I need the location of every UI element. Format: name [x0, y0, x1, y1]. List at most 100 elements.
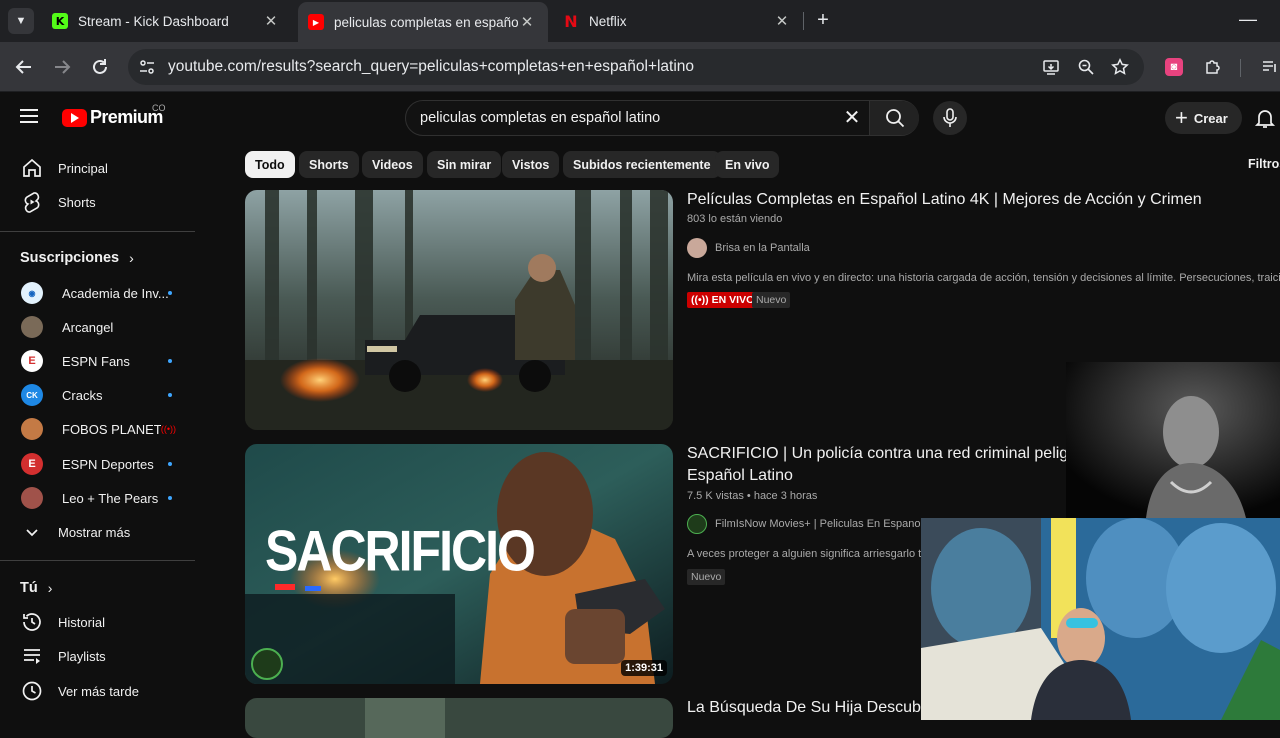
new-badge: Nuevo — [752, 292, 791, 308]
sidebar-subscription[interactable]: Arcangel — [12, 310, 196, 344]
video-title[interactable]: Películas Completas en Español Latino 4K… — [687, 189, 1202, 211]
video-views-age: 7.5 K vistas • hace 3 horas — [687, 490, 818, 502]
channel-link[interactable]: FilmIsNow Movies+ | Peliculas En Espanol… — [687, 514, 938, 534]
tab-separator — [803, 12, 804, 30]
sacrificio-thumbnail-image: SACRIFICIO — [245, 444, 673, 684]
notifications-bell-icon[interactable] — [1254, 107, 1276, 129]
search-box[interactable]: peliculas completas en español latino ✕ — [405, 100, 919, 136]
voice-search-button[interactable] — [933, 101, 967, 135]
youtube-premium-logo[interactable]: Premium — [62, 107, 163, 128]
create-label: Crear — [1193, 110, 1228, 126]
search-icon — [885, 109, 904, 128]
chip-vistos[interactable]: Vistos — [502, 151, 560, 178]
video-title-line: SACRIFICIO | Un policía contra una red c… — [687, 445, 1091, 462]
tab-title: Netflix — [589, 13, 627, 29]
video-thumbnail[interactable]: SACRIFICIO 1:39:31 — [245, 444, 673, 684]
minimize-window-button[interactable]: — — [1238, 10, 1258, 30]
chip-subidos-recientemente[interactable]: Subidos recientemente — [563, 151, 721, 178]
sidebar-item-principal[interactable]: Principal — [12, 151, 196, 185]
browser-tab-youtube[interactable]: ▶ peliculas completas en español ✕ — [298, 2, 548, 42]
new-content-dot — [168, 496, 172, 500]
sidebar-subscription[interactable]: ◉ Academia de Inv... — [12, 276, 196, 310]
sidebar-item-watch-later[interactable]: Ver más tarde — [12, 674, 196, 708]
channel-avatar — [687, 514, 707, 534]
tab-search-menu-button[interactable]: ▼ — [8, 8, 34, 34]
profile-extension-icon[interactable]: ◙ — [1165, 58, 1183, 76]
channel-link[interactable]: Brisa en la Pantalla — [687, 238, 810, 258]
browser-tab-kick[interactable]: K Stream - Kick Dashboard ✕ — [42, 0, 292, 42]
chip-videos[interactable]: Videos — [362, 151, 423, 178]
sidebar-item-historial[interactable]: Historial — [12, 605, 196, 639]
video-title[interactable]: La Búsqueda De Su Hija Descubre — [687, 697, 935, 719]
chip-shorts[interactable]: Shorts — [299, 151, 359, 178]
sidebar-divider — [0, 231, 195, 232]
chip-en-vivo[interactable]: En vivo — [715, 151, 780, 178]
url-text: youtube.com/results?search_query=pelicul… — [168, 58, 695, 75]
microphone-icon — [943, 108, 957, 127]
install-app-icon[interactable] — [1041, 57, 1061, 77]
chip-todo[interactable]: Todo — [245, 151, 295, 178]
channel-name: ESPN Fans — [62, 353, 130, 369]
toolbar-separator — [1240, 59, 1241, 77]
address-bar[interactable]: youtube.com/results?search_query=pelicul… — [128, 49, 1144, 85]
sidebar-subscription[interactable]: E ESPN Deportes — [12, 447, 196, 481]
clear-search-icon[interactable]: ✕ — [840, 106, 864, 130]
channel-avatar: E — [21, 350, 43, 372]
forward-button[interactable] — [50, 55, 74, 79]
create-button[interactable]: + Crear — [1165, 102, 1242, 134]
home-icon — [20, 156, 44, 180]
reload-button[interactable] — [88, 55, 112, 79]
chip-label: Todo — [255, 157, 285, 172]
forest-truck-thumbnail-image — [245, 190, 673, 430]
search-input[interactable]: peliculas completas en español latino — [420, 110, 660, 126]
video-thumbnail[interactable] — [245, 190, 673, 430]
zoom-icon[interactable] — [1076, 57, 1096, 77]
subscriptions-heading[interactable]: Suscripciones › — [20, 250, 134, 266]
you-heading[interactable]: Tú › — [20, 580, 52, 596]
new-tab-button[interactable]: + — [812, 10, 834, 32]
sidebar-item-label: Ver más tarde — [58, 683, 139, 699]
new-content-dot — [168, 462, 172, 466]
channel-name: FOBOS PLANET — [62, 421, 161, 437]
sidebar-subscription[interactable]: Leo + The Pears — [12, 481, 196, 515]
sidebar-show-more[interactable]: Mostrar más — [12, 515, 196, 549]
back-button[interactable] — [12, 55, 36, 79]
bookmark-star-icon[interactable] — [1110, 57, 1130, 77]
shorts-icon — [20, 190, 44, 214]
tab-title: peliculas completas en español — [334, 14, 518, 30]
live-broadcast-icon: ((•)) — [691, 294, 709, 306]
chip-sin-mirar[interactable]: Sin mirar — [427, 151, 502, 178]
extensions-puzzle-icon[interactable] — [1201, 55, 1225, 79]
portrait-image — [1066, 362, 1280, 518]
new-badge: Nuevo — [687, 569, 726, 585]
chevron-right-icon: › — [129, 250, 134, 266]
webcam-feed-image — [921, 518, 1280, 720]
channel-name: Leo + The Pears — [62, 490, 159, 506]
sidebar-item-label: Historial — [58, 614, 105, 630]
sidebar-subscription[interactable]: E ESPN Fans — [12, 344, 196, 378]
channel-name: Brisa en la Pantalla — [715, 242, 810, 254]
country-code: CO — [152, 103, 166, 113]
watch-later-icon — [20, 679, 44, 703]
close-tab-icon[interactable]: ✕ — [262, 12, 280, 30]
sidebar-item-shorts[interactable]: Shorts — [12, 185, 196, 219]
close-tab-icon[interactable]: ✕ — [773, 12, 791, 30]
sidebar-subscription[interactable]: FOBOS PLANET ((•)) — [12, 412, 196, 446]
playlists-icon — [20, 644, 44, 668]
thumbnail-image — [245, 698, 673, 738]
sidebar-divider — [0, 560, 195, 561]
video-thumbnail[interactable] — [245, 698, 673, 738]
browser-tab-netflix[interactable]: N Netflix ✕ — [553, 0, 803, 42]
sidebar-item-playlists[interactable]: Playlists — [12, 639, 196, 673]
search-button[interactable] — [869, 101, 919, 135]
close-tab-icon[interactable]: ✕ — [518, 13, 536, 31]
channel-name: Arcangel — [62, 319, 114, 335]
video-title[interactable]: SACRIFICIO | Un policía contra una red c… — [687, 443, 1090, 487]
filters-button[interactable]: Filtros — [1248, 157, 1280, 171]
sidebar-subscription[interactable]: CK Cracks — [12, 378, 196, 412]
site-info-icon[interactable] — [138, 58, 156, 76]
reading-list-icon[interactable] — [1258, 55, 1280, 79]
live-badge: ((•)) EN VIVO — [687, 292, 759, 308]
channel-avatar: ◉ — [21, 282, 43, 304]
guide-menu-button[interactable] — [20, 105, 42, 127]
